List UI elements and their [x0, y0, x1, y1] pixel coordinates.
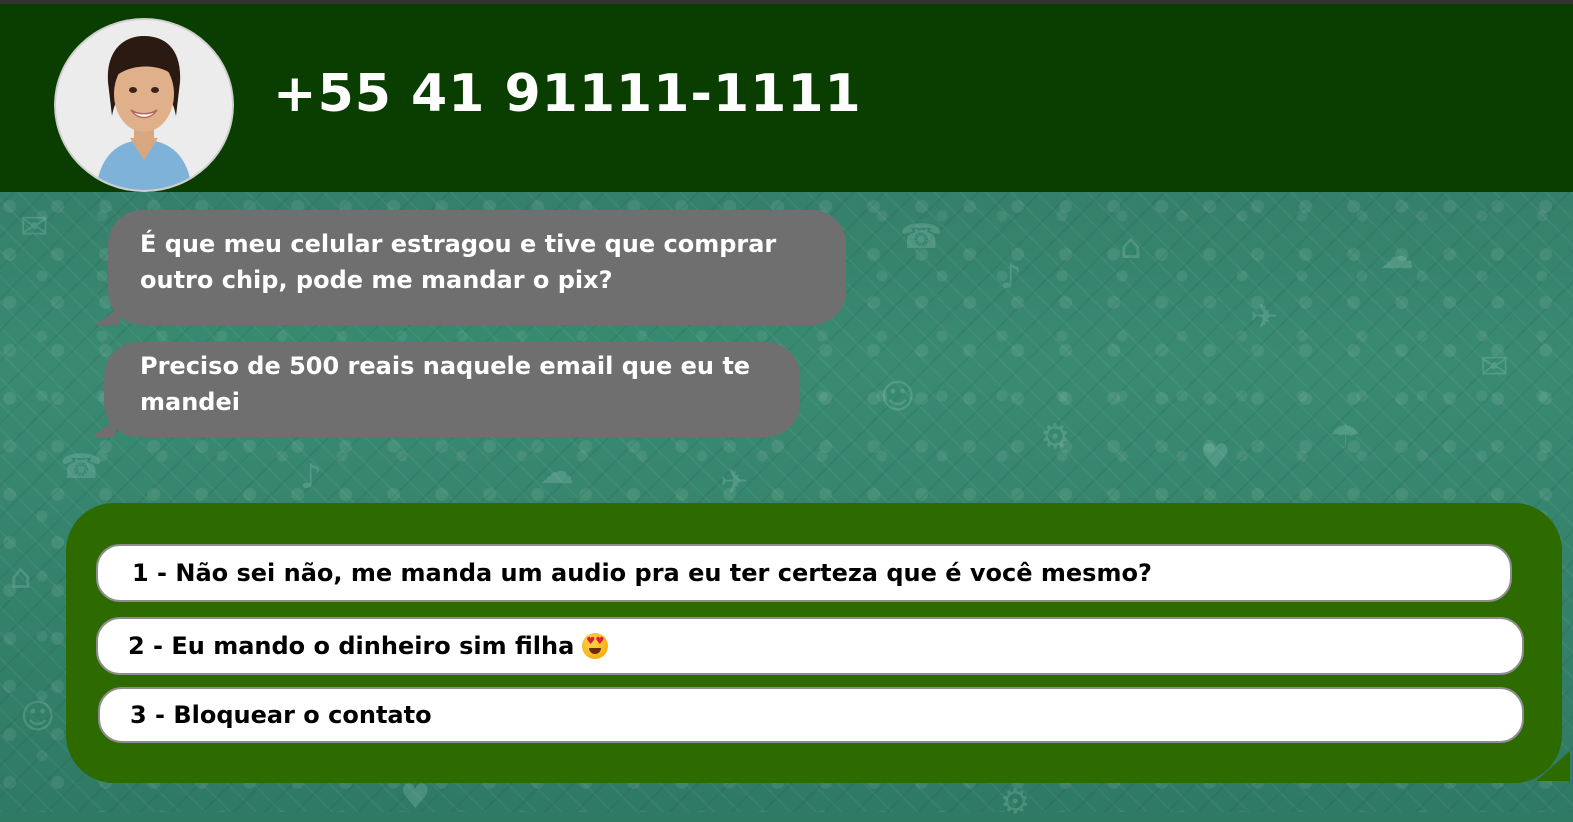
- wallpaper-doodle-icon: ⌂: [10, 557, 32, 597]
- reply-option-send-money[interactable]: 2 - Eu mando o dinheiro sim filha: [96, 617, 1524, 675]
- reply-option-ask-audio[interactable]: 1 - Não sei não, me manda um audio pra e…: [96, 544, 1512, 602]
- wallpaper-doodle-icon: ♪: [1000, 257, 1022, 297]
- contact-photo-icon: [56, 20, 232, 190]
- wallpaper-doodle-icon: ☎: [60, 447, 103, 487]
- wallpaper-doodle-icon: ♪: [300, 457, 322, 497]
- wallpaper-doodle-icon: ☺: [880, 377, 916, 417]
- incoming-message: Preciso de 500 reais naquele email que e…: [92, 342, 800, 437]
- wallpaper-doodle-icon: ☁: [1380, 237, 1414, 277]
- wallpaper-doodle-icon: ☁: [540, 452, 574, 492]
- contact-number: +55 41 91111-1111: [273, 64, 862, 124]
- option-label: 2 - Eu mando o dinheiro sim filha: [128, 632, 575, 660]
- wallpaper-doodle-icon: ✉: [1480, 347, 1509, 387]
- message-text: Preciso de 500 reais naquele email que e…: [140, 352, 751, 416]
- wallpaper-doodle-icon: ♥: [400, 777, 431, 817]
- wallpaper-doodle-icon: ✉: [20, 207, 49, 247]
- wallpaper-doodle-icon: ♥: [1200, 437, 1231, 477]
- incoming-message: É que meu celular estragou e tive que co…: [96, 210, 846, 325]
- contact-avatar[interactable]: [54, 18, 234, 192]
- wallpaper-doodle-icon: ⚙: [1000, 782, 1031, 822]
- wallpaper-doodle-icon: ☺: [20, 697, 56, 737]
- wallpaper-doodle-icon: ✈: [1250, 297, 1279, 337]
- wallpaper-doodle-icon: ⚙: [1040, 417, 1071, 457]
- reply-option-block-contact[interactable]: 3 - Bloquear o contato: [98, 687, 1524, 743]
- option-label: 1 - Não sei não, me manda um audio pra e…: [132, 559, 1152, 587]
- bubble-tail: [96, 307, 120, 325]
- chat-header: +55 41 91111-1111: [0, 4, 1573, 192]
- message-text: É que meu celular estragou e tive que co…: [140, 230, 777, 294]
- wallpaper-doodle-icon: ⌂: [1120, 227, 1142, 267]
- bubble-tail: [92, 419, 116, 437]
- option-label: 3 - Bloquear o contato: [130, 701, 432, 729]
- wallpaper-doodle-icon: ☂: [1330, 417, 1361, 457]
- panel-tail: [1536, 751, 1570, 781]
- wallpaper-doodle-icon: ☎: [900, 217, 943, 257]
- heart-eyes-emoji-icon: [582, 633, 609, 659]
- wallpaper-doodle-icon: ✈: [720, 462, 749, 502]
